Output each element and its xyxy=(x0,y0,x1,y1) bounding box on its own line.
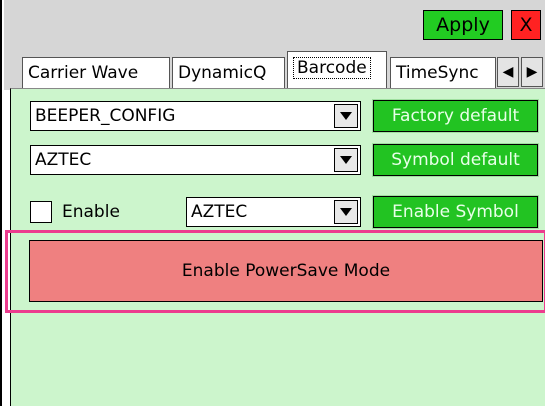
tab-timesync[interactable]: TimeSync xyxy=(390,57,496,88)
enable-symbol-dropdown-button[interactable] xyxy=(334,200,358,224)
chevron-down-icon xyxy=(340,112,352,120)
close-button[interactable]: X xyxy=(511,10,541,40)
arrow-right-icon: ▶ xyxy=(526,64,538,80)
tab-dynamicq[interactable]: DynamicQ xyxy=(172,57,285,88)
symbology-select[interactable]: AZTEC xyxy=(30,145,361,175)
enable-powersave-button[interactable]: Enable PowerSave Mode xyxy=(29,240,543,302)
factory-default-button[interactable]: Factory default xyxy=(372,99,539,133)
symbology-select-value: AZTEC xyxy=(35,150,92,170)
tab-barcode-label: Barcode xyxy=(293,57,371,79)
arrow-left-icon: ◀ xyxy=(502,64,514,80)
chevron-down-icon xyxy=(340,208,352,216)
config-select[interactable]: BEEPER_CONFIG xyxy=(30,101,361,131)
enable-checkbox-label: Enable xyxy=(62,202,120,222)
apply-button[interactable]: Apply xyxy=(423,10,503,40)
config-dropdown-button[interactable] xyxy=(334,104,358,128)
config-select-value: BEEPER_CONFIG xyxy=(35,106,176,126)
symbol-default-button[interactable]: Symbol default xyxy=(372,143,539,177)
enable-symbol-button[interactable]: Enable Symbol xyxy=(372,195,539,229)
title-bar: Apply X xyxy=(4,0,545,41)
enable-checkbox[interactable] xyxy=(30,201,52,223)
symbology-dropdown-button[interactable] xyxy=(334,148,358,172)
tab-barcode[interactable]: Barcode xyxy=(287,51,387,89)
enable-symbol-select[interactable]: AZTEC xyxy=(186,197,361,227)
app-window: Apply X Carrier Wave DynamicQ Barcode Ti… xyxy=(0,0,545,406)
tab-carrier-wave[interactable]: Carrier Wave xyxy=(22,57,170,88)
tab-scroll-right-button[interactable]: ▶ xyxy=(521,57,543,87)
tab-scroll-left-button[interactable]: ◀ xyxy=(497,57,519,87)
chevron-down-icon xyxy=(340,156,352,164)
tab-strip: Carrier Wave DynamicQ Barcode TimeSync ◀… xyxy=(4,40,545,90)
enable-symbol-select-value: AZTEC xyxy=(191,202,248,222)
